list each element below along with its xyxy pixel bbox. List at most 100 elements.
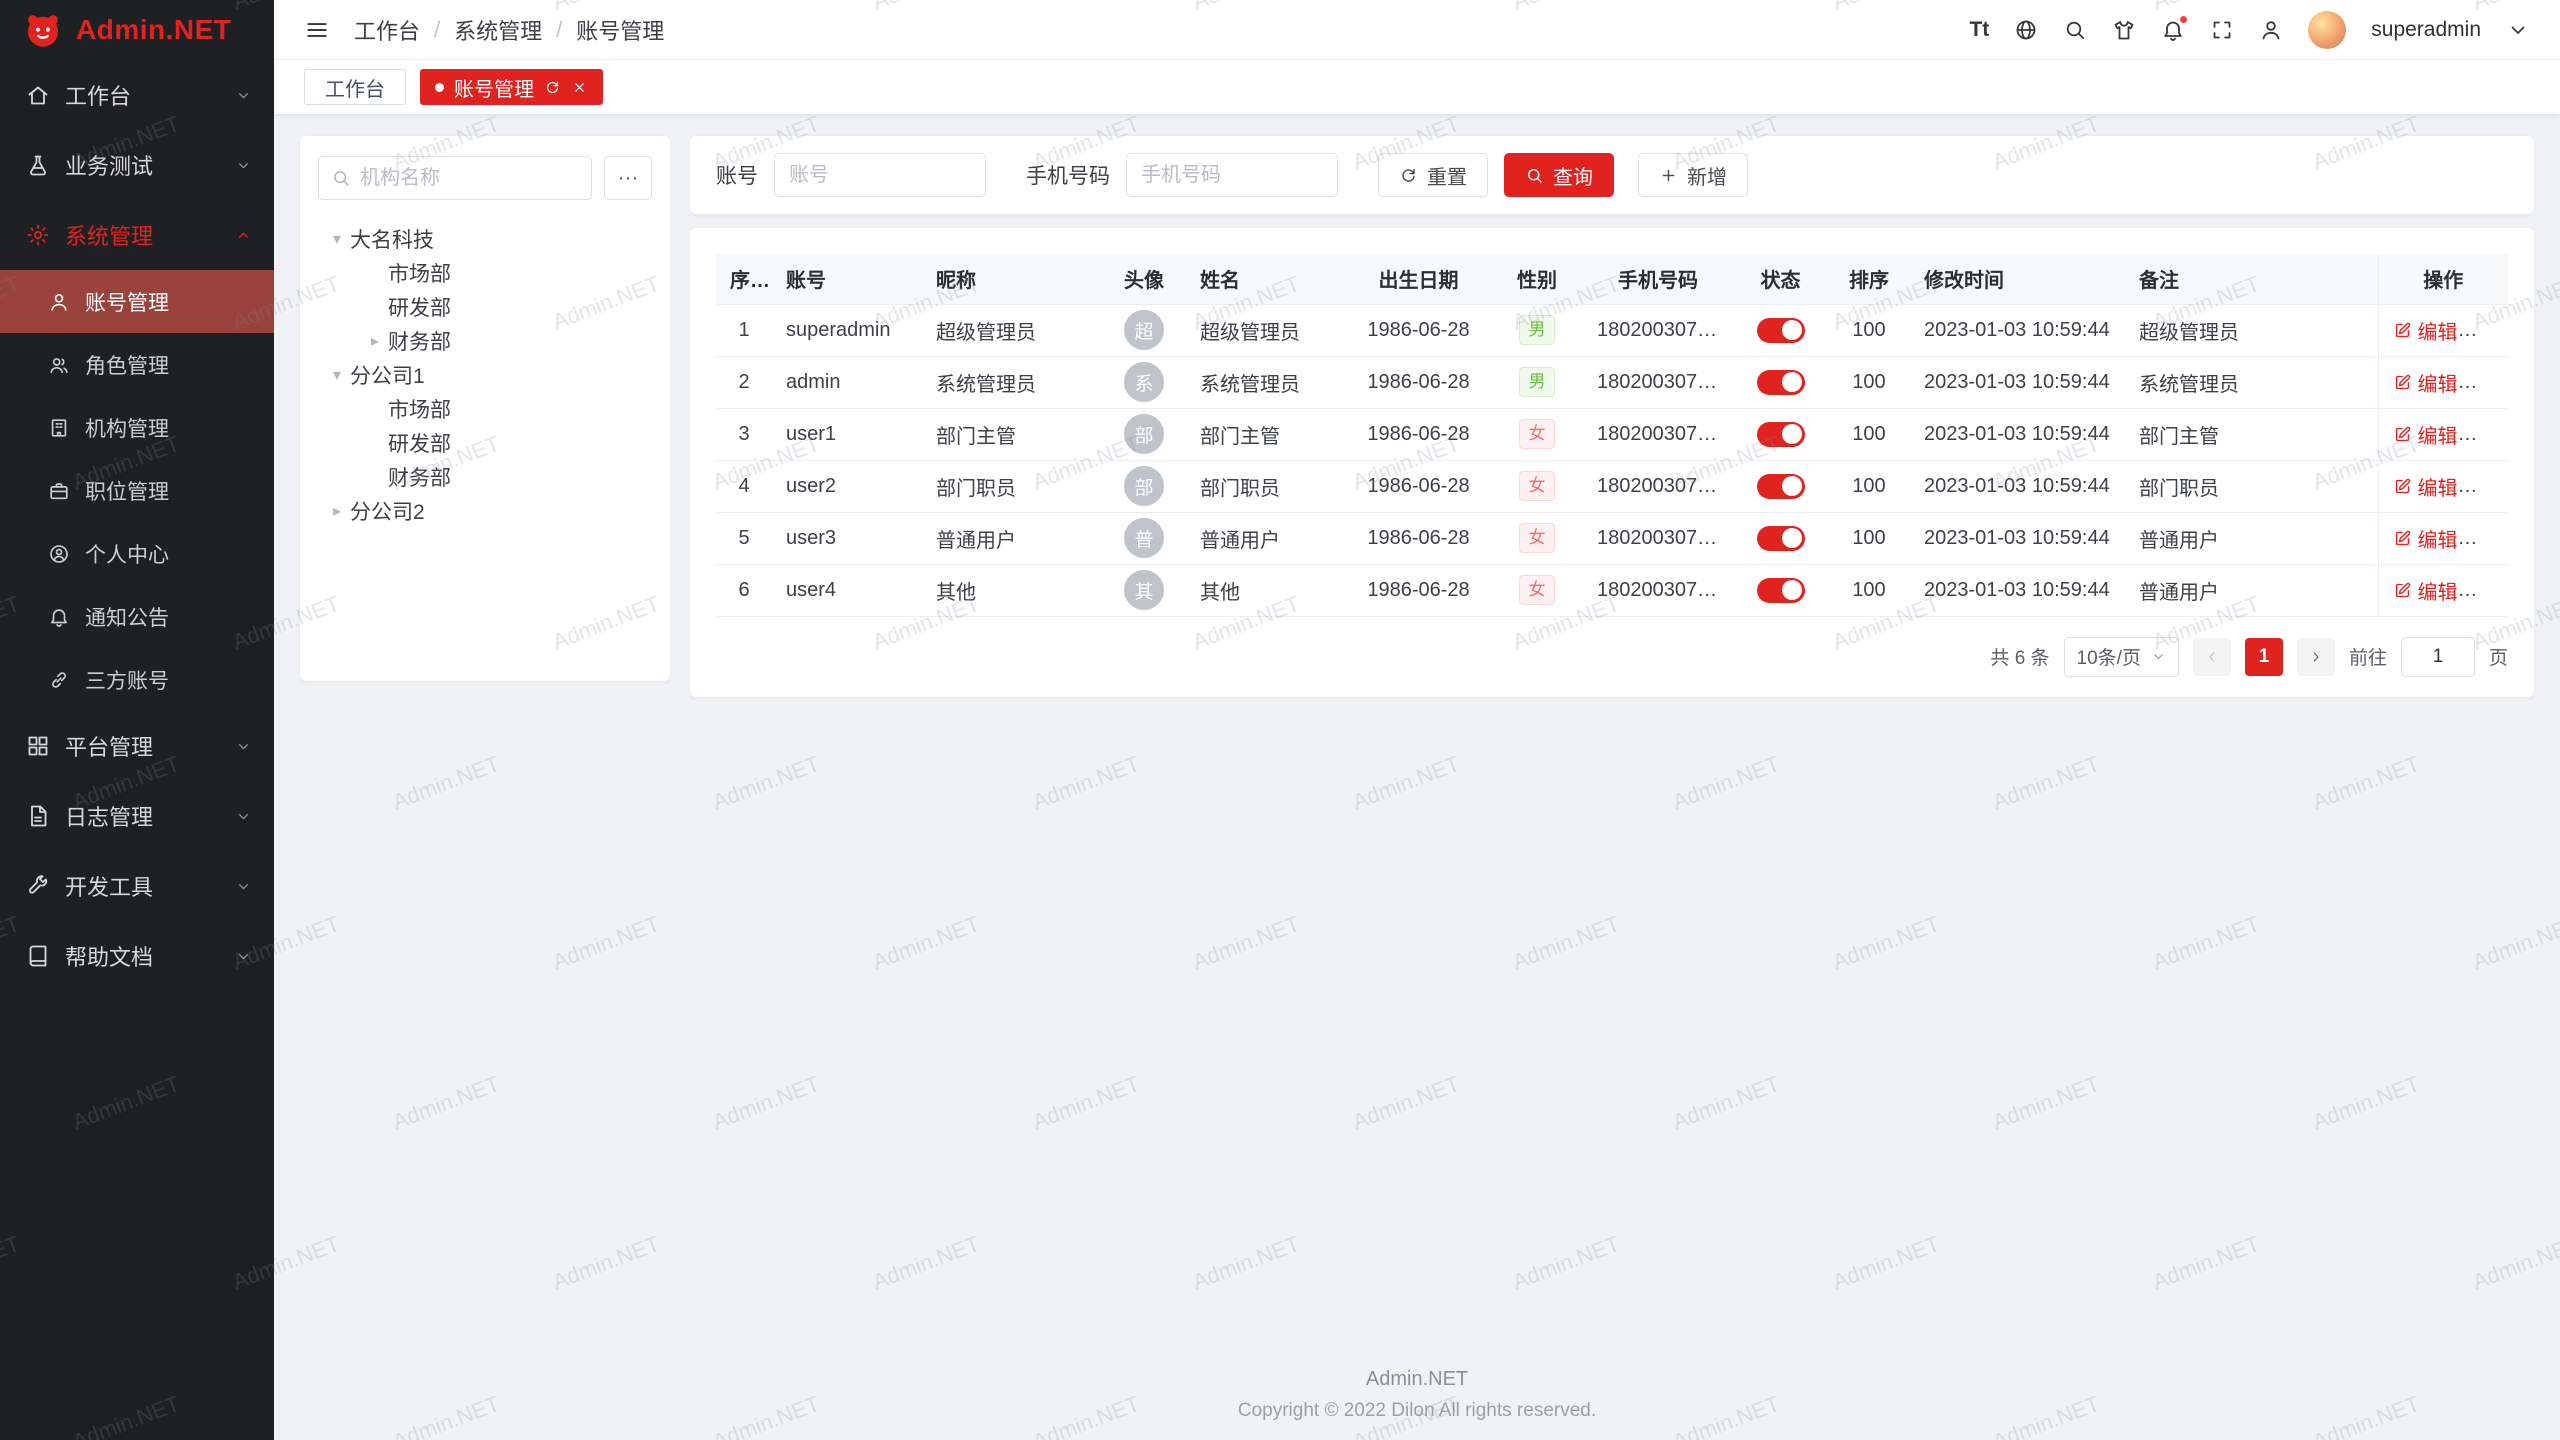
search-icon [331, 168, 351, 188]
goto-page-input[interactable] [2401, 637, 2475, 677]
tree-node[interactable]: ▸分公司2 [318, 494, 652, 528]
account-input[interactable] [774, 153, 986, 197]
caret-down-icon[interactable]: ▾ [324, 365, 350, 385]
edit-button[interactable]: 编辑 [2393, 368, 2458, 397]
status-toggle[interactable] [1757, 318, 1805, 343]
column-header: 备注 [2125, 254, 2378, 304]
bell-icon [48, 606, 70, 628]
sidebar-item-business-test[interactable]: 业务测试 [0, 130, 274, 200]
refresh-icon[interactable] [544, 79, 561, 96]
sidebar-item-platform-mgmt[interactable]: 平台管理 [0, 711, 274, 781]
tree-node[interactable]: 市场部 [318, 392, 652, 426]
caret-down-icon[interactable]: ▾ [324, 229, 350, 249]
sidebar: Admin.NET 工作台业务测试系统管理账号管理角色管理机构管理职位管理个人中… [0, 0, 274, 1440]
tree-node[interactable]: 市场部 [318, 256, 652, 290]
edit-button[interactable]: 编辑 [2393, 472, 2458, 501]
edit-button[interactable]: 编辑 [2393, 420, 2458, 449]
gender-badge: 女 [1519, 419, 1555, 448]
sidebar-item-role-mgmt[interactable]: 角色管理 [0, 333, 274, 396]
status-toggle[interactable] [1757, 578, 1805, 603]
edit-button[interactable]: 编辑 [2393, 316, 2458, 345]
chevron-down-icon [235, 948, 252, 965]
table-row: 2admin系统管理员系系统管理员1986-06-28男180200307201… [716, 356, 2508, 408]
sidebar-item-help-docs[interactable]: 帮助文档 [0, 921, 274, 991]
column-header: 性别 [1491, 254, 1583, 304]
role-icon [48, 354, 70, 376]
search-button[interactable]: 查询 [1504, 153, 1614, 197]
sidebar-item-personal-center[interactable]: 个人中心 [0, 522, 274, 585]
tree-node[interactable]: 研发部 [318, 426, 652, 460]
table-row: 6user4其他其其他1986-06-28女180200307201002023… [716, 564, 2508, 616]
caret-right-icon[interactable]: ▸ [324, 501, 350, 521]
table-row: 3user1部门主管部部门主管1986-06-28女18020030720100… [716, 408, 2508, 460]
status-toggle[interactable] [1757, 474, 1805, 499]
prev-page-button[interactable] [2193, 638, 2231, 676]
third-party-icon [48, 669, 70, 691]
page-1-button[interactable]: 1 [2245, 638, 2283, 676]
status-toggle[interactable] [1757, 526, 1805, 551]
home-icon [26, 83, 50, 107]
org-search-input[interactable] [360, 167, 579, 190]
notification-badge [2178, 14, 2189, 25]
row-avatar: 系 [1124, 362, 1164, 402]
tree-node[interactable]: 研发部 [318, 290, 652, 324]
brand[interactable]: Admin.NET [0, 0, 274, 60]
breadcrumb-item-system[interactable]: 系统管理 [454, 14, 542, 46]
page-size-select[interactable]: 10条/页 [2064, 637, 2179, 677]
phone-input[interactable] [1126, 153, 1338, 197]
next-page-button[interactable] [2297, 638, 2335, 676]
row-avatar: 部 [1124, 466, 1164, 506]
user-settings-icon[interactable] [2259, 18, 2283, 42]
sidebar-item-log-mgmt[interactable]: 日志管理 [0, 781, 274, 851]
sidebar-item-third-party-account[interactable]: 三方账号 [0, 648, 274, 711]
tab-account-mgmt[interactable]: 账号管理 [420, 69, 603, 105]
chevron-left-icon [2204, 649, 2220, 665]
sidebar-item-position-mgmt[interactable]: 职位管理 [0, 459, 274, 522]
table-row: 5user3普通用户普普通用户1986-06-28女18020030720100… [716, 512, 2508, 564]
tab-workbench[interactable]: 工作台 [304, 69, 406, 105]
column-header: 头像 [1102, 254, 1186, 304]
tree-node[interactable]: ▾大名科技 [318, 222, 652, 256]
add-button[interactable]: 新增 [1638, 153, 1748, 197]
caret-right-icon[interactable]: ▸ [362, 331, 388, 351]
sidebar-menu: 工作台业务测试系统管理账号管理角色管理机构管理职位管理个人中心通知公告三方账号平… [0, 60, 274, 1440]
fullscreen-icon[interactable] [2210, 18, 2234, 42]
sidebar-item-notice[interactable]: 通知公告 [0, 585, 274, 648]
font-size-icon[interactable]: Tt [1969, 19, 1989, 40]
sidebar-item-org-mgmt[interactable]: 机构管理 [0, 396, 274, 459]
active-tab-dot [435, 83, 444, 92]
tree-node[interactable]: ▸财务部 [318, 324, 652, 358]
help-icon [26, 944, 50, 968]
status-toggle[interactable] [1757, 370, 1805, 395]
edit-button[interactable]: 编辑 [2393, 576, 2458, 605]
theme-icon[interactable] [2112, 18, 2136, 42]
hamburger-menu-icon[interactable] [304, 17, 330, 43]
gender-badge: 女 [1519, 575, 1555, 604]
status-toggle[interactable] [1757, 422, 1805, 447]
tree-node[interactable]: 财务部 [318, 460, 652, 494]
language-icon[interactable] [2014, 18, 2038, 42]
edit-button[interactable]: 编辑 [2393, 524, 2458, 553]
tab-bar: 工作台 账号管理 [274, 60, 2560, 114]
reset-button[interactable]: 重置 [1378, 153, 1488, 197]
sidebar-item-account-mgmt[interactable]: 账号管理 [0, 270, 274, 333]
chevron-down-icon [235, 808, 252, 825]
tree-node[interactable]: ▾分公司1 [318, 358, 652, 392]
header-actions: Tt superadmin [1969, 11, 2530, 49]
sidebar-item-system-mgmt[interactable]: 系统管理 [0, 200, 274, 270]
notification-bell-icon[interactable] [2161, 18, 2185, 42]
row-avatar: 超 [1124, 310, 1164, 350]
chevron-down-icon[interactable] [2506, 18, 2530, 42]
app-root: Admin.NET 工作台业务测试系统管理账号管理角色管理机构管理职位管理个人中… [0, 0, 2560, 1440]
sidebar-item-dev-tools[interactable]: 开发工具 [0, 851, 274, 921]
column-header: 序号 [716, 254, 772, 304]
org-more-button[interactable]: ··· [604, 156, 652, 200]
breadcrumb-item-workbench[interactable]: 工作台 [354, 14, 420, 46]
account-label: 账号 [716, 160, 758, 190]
username[interactable]: superadmin [2371, 18, 2481, 42]
close-icon[interactable] [571, 79, 588, 96]
main-area: 工作台 / 系统管理 / 账号管理 Tt superadmin 工 [274, 0, 2560, 1440]
sidebar-item-workbench[interactable]: 工作台 [0, 60, 274, 130]
avatar[interactable] [2308, 11, 2346, 49]
search-icon[interactable] [2063, 18, 2087, 42]
